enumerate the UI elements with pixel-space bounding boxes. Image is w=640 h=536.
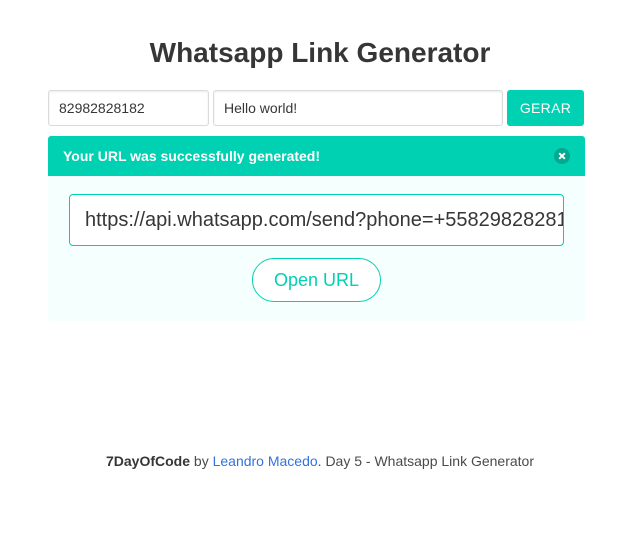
phone-input[interactable] [48,90,209,126]
gerar-button[interactable]: GERAR [507,90,584,126]
close-icon[interactable] [554,148,570,164]
link-form: GERAR [48,90,585,126]
open-url-button[interactable]: Open URL [252,258,381,302]
page-title: Whatsapp Link Generator [149,37,491,68]
footer-author-link[interactable]: Leandro Macedo [213,453,318,469]
message-input[interactable] [213,90,503,126]
footer-suffix-text: . Day 5 - Whatsapp Link Generator [317,453,534,469]
success-message: Your URL was successfully generated! htt… [48,136,585,321]
footer: 7DayOfCode by Leandro Macedo. Day 5 - Wh… [0,452,640,470]
generated-url-field[interactable]: https://api.whatsapp.com/send?phone=+558… [69,194,564,246]
message-header: Your URL was successfully generated! [48,136,585,176]
page: Whatsapp Link Generator GERAR Your URL w… [0,0,640,536]
footer-by-text: by [190,453,213,469]
success-text: Your URL was successfully generated! [63,148,321,164]
message-body: https://api.whatsapp.com/send?phone=+558… [48,176,585,321]
footer-project-name: 7DayOfCode [105,453,191,469]
